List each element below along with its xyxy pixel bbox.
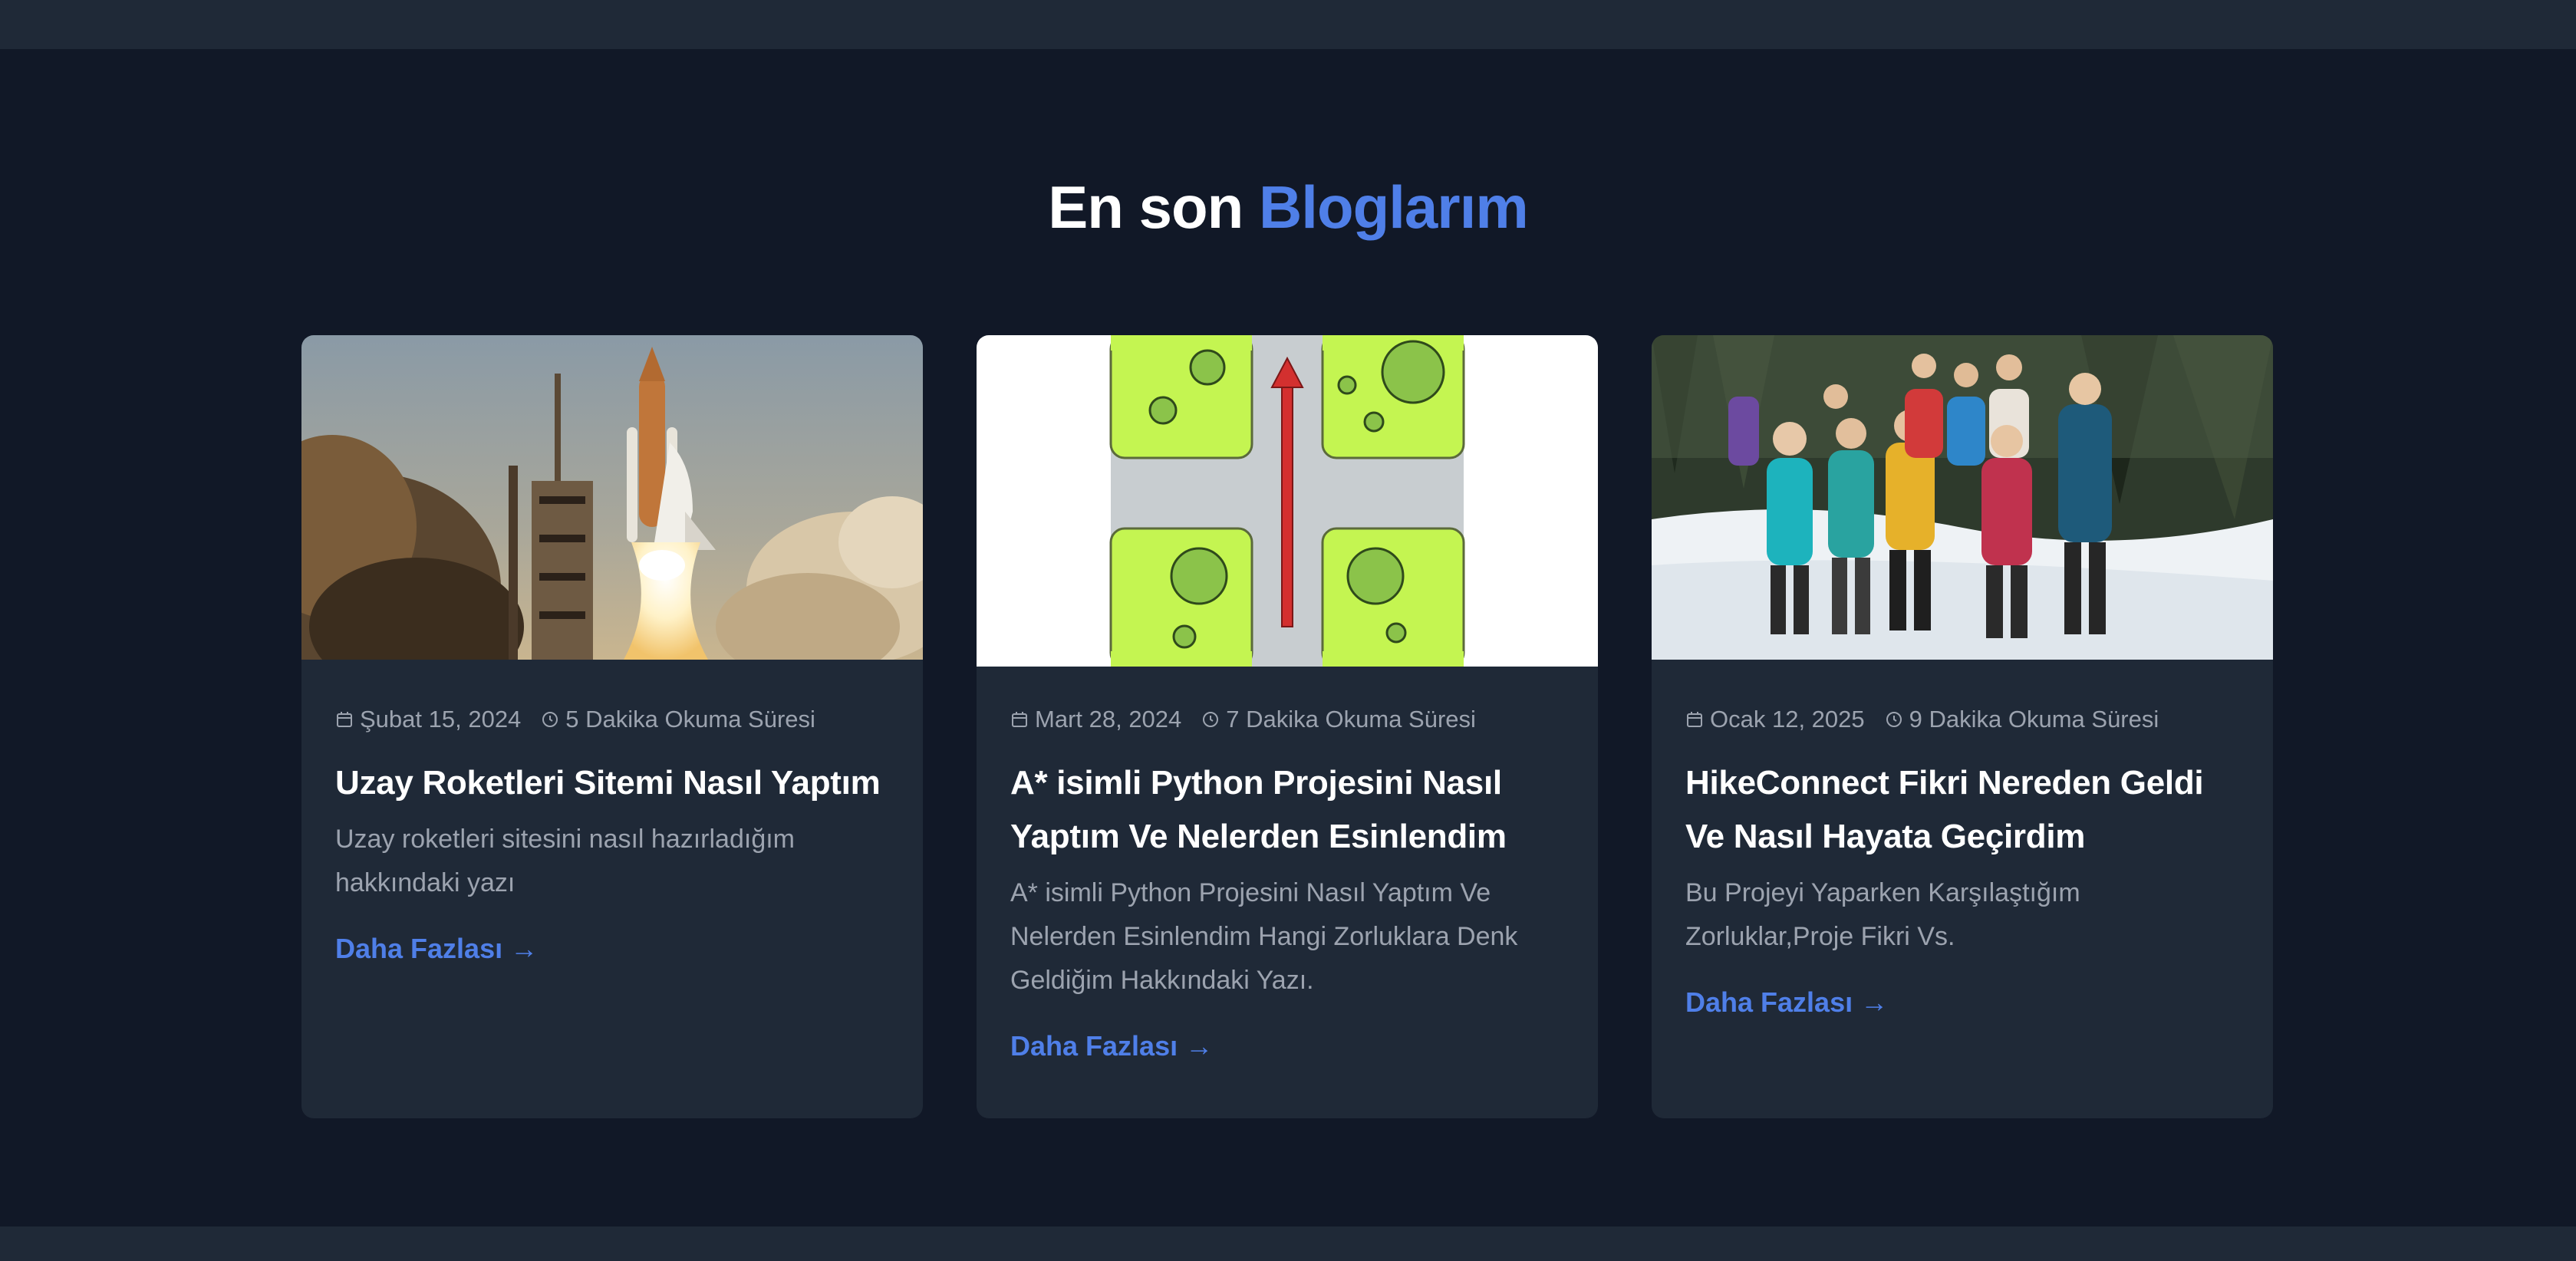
clock-icon bbox=[1201, 710, 1220, 729]
post-title[interactable]: HikeConnect Fikri Nereden Geldi Ve Nasıl… bbox=[1685, 756, 2239, 864]
post-description: Uzay roketleri sitesini nasıl hazırladığ… bbox=[335, 825, 796, 897]
section-title-accent: Bloglarım bbox=[1258, 173, 1529, 241]
post-date: Ocak 12, 2025 bbox=[1710, 706, 1865, 733]
post-meta: Şubat 15, 2024 5 Dakika Okuma Süresi bbox=[335, 704, 889, 735]
post-title[interactable]: A* isimli Python Projesini Nasıl Yaptım … bbox=[1010, 756, 1564, 864]
blog-card-image[interactable] bbox=[301, 335, 923, 660]
read-more-label: Daha Fazlası bbox=[1010, 1030, 1178, 1062]
section-title: En son Bloglarım bbox=[0, 170, 2576, 244]
blog-card[interactable]: Şubat 15, 2024 5 Dakika Okuma Süresi Uza… bbox=[301, 335, 923, 1118]
post-date: Mart 28, 2024 bbox=[1035, 706, 1182, 733]
intersection-pathfinding-illustration bbox=[977, 335, 1598, 667]
post-date: Şubat 15, 2024 bbox=[360, 706, 522, 733]
post-read-time: 9 Dakika Okuma Süresi bbox=[1909, 706, 2159, 733]
post-title[interactable]: Uzay Roketleri Sitemi Nasıl Yaptım bbox=[335, 756, 889, 810]
post-read-time: 5 Dakika Okuma Süresi bbox=[565, 706, 815, 733]
read-more-link[interactable]: Daha Fazlası → bbox=[335, 933, 538, 965]
space-shuttle-launch-photo bbox=[301, 335, 923, 660]
read-more-label: Daha Fazlası bbox=[1685, 986, 1853, 1018]
hiking-group-snow-photo bbox=[1652, 335, 2273, 660]
clock-icon bbox=[541, 710, 559, 729]
post-description: Bu Projeyi Yaparken Karşılaştığım Zorluk… bbox=[1685, 878, 2080, 951]
read-more-label: Daha Fazlası bbox=[335, 933, 503, 964]
post-meta: Ocak 12, 2025 9 Dakika Okuma Süresi bbox=[1685, 704, 2239, 735]
calendar-icon bbox=[1685, 710, 1704, 729]
section-title-main: En son bbox=[1048, 173, 1244, 241]
calendar-icon bbox=[1010, 710, 1029, 729]
post-read-time: 7 Dakika Okuma Süresi bbox=[1226, 706, 1476, 733]
clock-icon bbox=[1885, 710, 1903, 729]
footer-strip bbox=[0, 1226, 2576, 1261]
navbar-strip bbox=[0, 0, 2576, 49]
blog-card-list: Şubat 15, 2024 5 Dakika Okuma Süresi Uza… bbox=[301, 335, 2273, 1118]
read-more-link[interactable]: Daha Fazlası → bbox=[1685, 986, 1888, 1019]
arrow-right-icon: → bbox=[510, 933, 539, 964]
arrow-right-icon: → bbox=[1185, 1030, 1214, 1062]
post-description: A* isimli Python Projesini Nasıl Yaptım … bbox=[1010, 878, 1518, 995]
calendar-icon bbox=[335, 710, 354, 729]
arrow-right-icon: → bbox=[1860, 986, 1889, 1018]
blog-card-image[interactable] bbox=[977, 335, 1598, 667]
post-meta: Mart 28, 2024 7 Dakika Okuma Süresi bbox=[1010, 704, 1564, 735]
blog-card[interactable]: Ocak 12, 2025 9 Dakika Okuma Süresi Hike… bbox=[1652, 335, 2273, 1118]
blog-card[interactable]: Mart 28, 2024 7 Dakika Okuma Süresi A* i… bbox=[977, 335, 1598, 1118]
read-more-link[interactable]: Daha Fazlası → bbox=[1010, 1030, 1213, 1062]
blog-card-image[interactable] bbox=[1652, 335, 2273, 660]
